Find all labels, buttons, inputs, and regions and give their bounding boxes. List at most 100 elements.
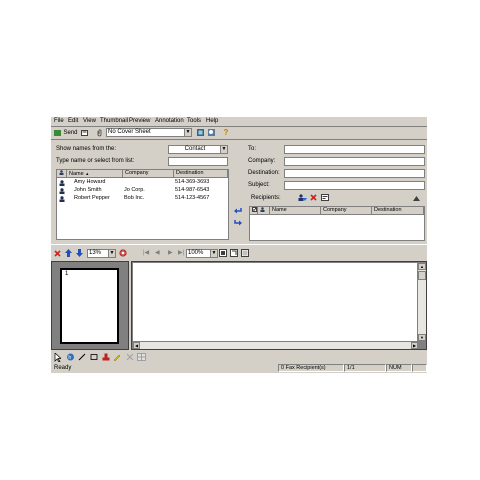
recipients-column-company[interactable]: Company: [321, 207, 372, 215]
collapse-up-icon[interactable]: [413, 196, 420, 201]
contacts-icon-column[interactable]: [57, 170, 67, 178]
contact-destination: 514-369-3693: [175, 179, 210, 185]
menu-thumbnail[interactable]: Thumbnail: [100, 118, 128, 124]
toolbar: Send No Cover Sheet ▼ ?: [51, 127, 427, 138]
name-search-input[interactable]: [168, 157, 228, 166]
scroll-down-icon[interactable]: ▼: [418, 334, 426, 341]
contacts-list[interactable]: Name ▲ Company Destination Amy Howard 51…: [56, 169, 229, 240]
fit-width-icon[interactable]: [219, 249, 227, 257]
status-recipients-text: 0 Fax Recipient(s): [281, 365, 326, 371]
actual-size-icon[interactable]: [241, 249, 249, 257]
vertical-scroll-thumb[interactable]: [418, 271, 426, 280]
page-thumbnail[interactable]: 1: [60, 268, 119, 344]
cut-icon[interactable]: [126, 353, 134, 361]
chevron-down-icon[interactable]: ▼: [184, 129, 191, 136]
preview-canvas[interactable]: [133, 263, 417, 341]
address-book-icon[interactable]: [298, 194, 307, 202]
previous-page-icon[interactable]: ◀: [155, 249, 160, 256]
person-icon: [260, 207, 265, 212]
menu-file[interactable]: File: [54, 118, 64, 124]
fit-page-icon[interactable]: [230, 249, 238, 257]
contact-destination: 514-987-6543: [175, 187, 210, 193]
fax-window: File Edit View Thumbnail Preview Annotat…: [51, 117, 427, 373]
column-destination-label: Destination: [176, 170, 204, 176]
scroll-up-icon[interactable]: ▲: [418, 263, 426, 270]
send-icon: [54, 129, 62, 136]
horizontal-scrollbar[interactable]: ◀ ▶: [133, 342, 418, 349]
show-names-select[interactable]: Contact ▼: [168, 145, 228, 154]
person-icon: [59, 170, 64, 175]
rectangle-tool-icon[interactable]: [90, 353, 98, 361]
type-name-label: Type name or select from list:: [56, 158, 135, 164]
first-page-icon[interactable]: |◀: [143, 249, 149, 256]
chevron-down-icon[interactable]: ▼: [108, 250, 115, 257]
company-label: Company:: [248, 158, 276, 164]
recipients-column-destination[interactable]: Destination: [372, 207, 424, 215]
menu-preview[interactable]: Preview: [129, 118, 150, 124]
add-recipient-arrow-icon[interactable]: [234, 207, 242, 214]
attach-button[interactable]: [95, 128, 103, 137]
subject-label: Subject:: [248, 182, 270, 188]
thumbnail-zoom-select[interactable]: 13% ▼: [87, 249, 116, 258]
delete-page-icon[interactable]: [54, 250, 61, 257]
move-down-arrow-icon[interactable]: [76, 249, 83, 257]
to-input[interactable]: [284, 145, 425, 154]
help-button[interactable]: ?: [222, 128, 230, 137]
hand-tool-icon[interactable]: h: [66, 353, 75, 361]
status-page-text: 1/1: [347, 365, 355, 371]
next-page-icon[interactable]: ▶: [168, 249, 173, 256]
recipient-check-column[interactable]: [250, 207, 258, 215]
pointer-icon[interactable]: [54, 353, 61, 362]
contacts-column-name[interactable]: Name ▲: [67, 170, 123, 178]
cover-sheet-edit-button[interactable]: [196, 128, 205, 137]
line-tool-icon[interactable]: [78, 353, 86, 361]
cover-sheet-select[interactable]: No Cover Sheet ▼: [106, 128, 192, 137]
recipients-list[interactable]: Name Company Destination: [249, 206, 425, 241]
column-destination-label: Destination: [374, 207, 402, 213]
stamp-tool-icon[interactable]: [102, 353, 110, 361]
destination-input[interactable]: [284, 169, 425, 178]
contacts-column-company[interactable]: Company: [123, 170, 174, 178]
scroll-left-icon[interactable]: ◀: [133, 342, 140, 349]
status-page: 1/1: [344, 364, 386, 372]
send-button[interactable]: Send: [53, 128, 79, 137]
recipient-properties-icon[interactable]: [321, 194, 329, 201]
checkbox-icon: [252, 207, 257, 212]
chevron-down-icon[interactable]: ▼: [210, 250, 217, 257]
cover-sheet-value: No Cover Sheet: [108, 129, 151, 135]
status-num: NUM: [386, 364, 412, 372]
contact-company: Jo Corp.: [124, 187, 145, 193]
remove-recipient-arrow-icon[interactable]: [234, 219, 242, 227]
chevron-down-icon[interactable]: ▼: [220, 146, 227, 153]
vertical-scrollbar[interactable]: ▲ ▼: [418, 263, 426, 341]
edit-sheet-icon: [197, 129, 204, 136]
move-up-arrow-icon[interactable]: [65, 249, 72, 257]
menu-annotation[interactable]: Annotation: [155, 118, 184, 124]
menu-help[interactable]: Help: [206, 118, 218, 124]
menu-view[interactable]: View: [83, 118, 96, 124]
scroll-right-icon[interactable]: ▶: [411, 342, 418, 349]
contact-company: Bob Inc.: [124, 195, 145, 201]
contact-destination: 514-123-4567: [175, 195, 210, 201]
menu-edit[interactable]: Edit: [68, 118, 78, 124]
contact-name: Robert Pepper: [74, 195, 110, 201]
menu-tools[interactable]: Tools: [187, 118, 201, 124]
rotate-icon[interactable]: [119, 249, 127, 257]
column-company-label: Company: [125, 170, 149, 176]
delete-recipient-icon[interactable]: [310, 194, 317, 201]
fax-options-button[interactable]: [80, 128, 89, 137]
contacts-column-destination[interactable]: Destination: [174, 170, 228, 178]
recipients-column-name[interactable]: Name: [270, 207, 321, 215]
subject-input[interactable]: [284, 181, 425, 190]
last-page-icon[interactable]: ▶|: [178, 249, 184, 256]
recipient-icon-column[interactable]: [258, 207, 270, 215]
company-input[interactable]: [284, 157, 425, 166]
destination-label: Destination:: [248, 170, 280, 176]
contact-name: Amy Howard: [74, 179, 106, 185]
preview-button[interactable]: [207, 128, 216, 137]
contact-icon: [59, 180, 65, 186]
grid-icon[interactable]: [137, 353, 146, 361]
page-zoom-select[interactable]: 100% ▼: [186, 249, 218, 258]
preview-pane: ▲ ▼ ◀ ▶: [131, 261, 427, 350]
highlighter-tool-icon[interactable]: [113, 353, 121, 361]
